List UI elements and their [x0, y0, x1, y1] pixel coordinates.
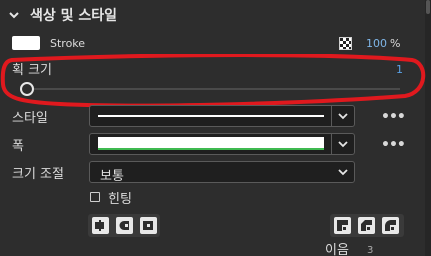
scrollbar-thumb[interactable] — [426, 0, 430, 14]
stroke-size-label: 획 크기 — [12, 62, 53, 78]
hinting-checkbox[interactable] — [90, 192, 100, 202]
join-value[interactable]: 3 — [367, 245, 373, 256]
scale-label: 크기 조절 — [12, 166, 64, 182]
hinting-label: 힌팅 — [108, 191, 132, 207]
stroke-label: Stroke — [50, 36, 86, 50]
scrollbar[interactable] — [425, 0, 431, 256]
section-header[interactable]: 색상 및 스타일 — [8, 4, 117, 26]
chevron-down-icon[interactable] — [8, 9, 20, 21]
stroke-color-swatch[interactable] — [12, 36, 40, 50]
style-more-button[interactable]: ••• — [381, 109, 406, 125]
round-cap-icon[interactable] — [116, 217, 133, 234]
chevron-down-icon — [338, 141, 348, 148]
scale-selected-value: 보통 — [100, 169, 124, 184]
style-dropdown[interactable] — [89, 105, 355, 127]
opacity-value[interactable]: 100 — [366, 37, 387, 50]
section-title: 색상 및 스타일 — [30, 8, 118, 24]
style-label: 스타일 — [12, 110, 48, 126]
transparency-checker-icon[interactable] — [339, 36, 352, 50]
width-dropdown[interactable] — [89, 133, 355, 155]
width-more-button[interactable]: ••• — [381, 137, 406, 153]
bevel-join-icon[interactable] — [358, 217, 375, 234]
width-profile-preview — [98, 137, 324, 150]
width-label: 폭 — [12, 138, 24, 154]
chevron-down-icon — [338, 113, 348, 120]
square-cap-icon[interactable] — [140, 217, 157, 234]
miter-join-icon[interactable] — [334, 217, 351, 234]
join-label: 이음 — [325, 243, 349, 256]
stroke-size-slider-track[interactable] — [30, 88, 400, 90]
annotation-ellipse — [0, 54, 426, 108]
chevron-down-icon — [338, 169, 348, 176]
opacity-unit: % — [390, 36, 401, 50]
stroke-size-slider-knob[interactable] — [20, 82, 34, 96]
line-style-preview — [98, 115, 324, 117]
round-join-icon[interactable] — [382, 217, 399, 234]
stroke-size-value[interactable]: 1 — [396, 63, 403, 76]
butt-cap-icon[interactable] — [92, 217, 109, 234]
scale-dropdown[interactable]: 보통 — [89, 161, 355, 184]
